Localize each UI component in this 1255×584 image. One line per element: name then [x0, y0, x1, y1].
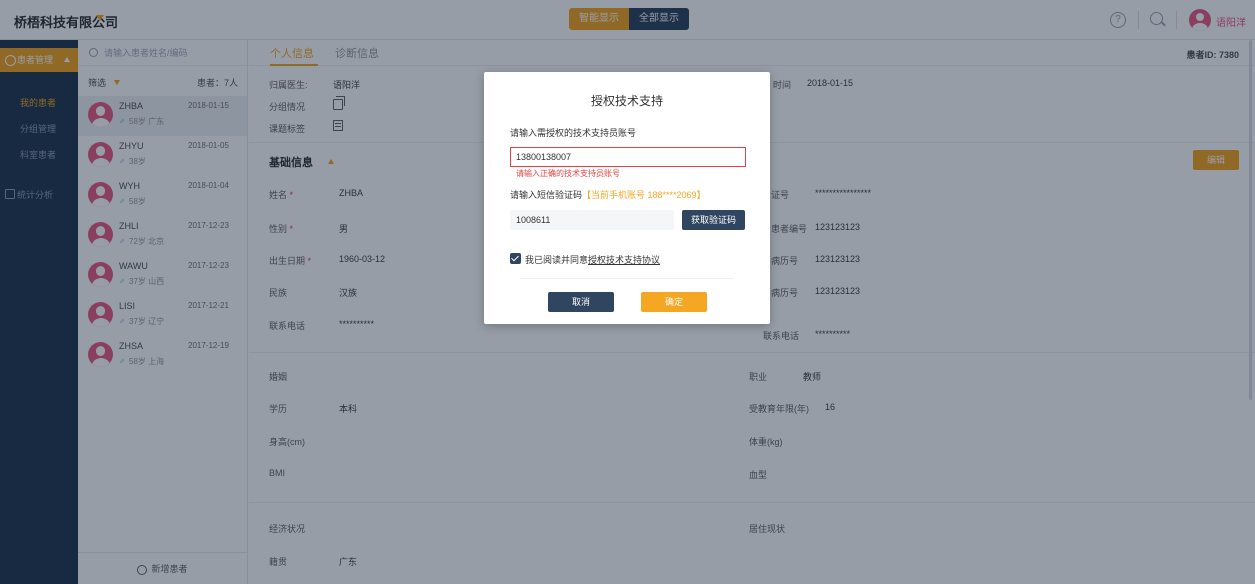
divider: [520, 278, 734, 279]
get-code-button[interactable]: 获取验证码: [682, 210, 745, 230]
dialog-title: 授权技术支持: [590, 94, 663, 108]
agree-checkbox[interactable]: [510, 253, 521, 264]
sms-code-input[interactable]: [510, 210, 674, 230]
cancel-button[interactable]: 取消: [548, 292, 614, 312]
support-account-input[interactable]: [510, 147, 746, 167]
code-label: 请输入短信验证码: [510, 190, 583, 200]
code-label-row: 请输入短信验证码【当前手机账号 188****2069】: [510, 188, 706, 201]
current-phone-hint: 【当前手机账号 188****2069】: [582, 190, 706, 200]
agreement-link[interactable]: 授权技术支持协议: [588, 255, 660, 265]
confirm-button[interactable]: 确定: [641, 292, 707, 312]
account-label: 请输入需授权的技术支持员账号: [510, 128, 637, 138]
agree-prefix: 我已阅读并同意: [525, 255, 589, 265]
account-error-message: 请输入正确的技术支持员账号: [516, 169, 620, 178]
authorize-support-dialog: 授权技术支持 请输入需授权的技术支持员账号 请输入正确的技术支持员账号 请输入短…: [484, 72, 770, 324]
agree-text: 我已阅读并同意授权技术支持协议: [525, 253, 660, 266]
